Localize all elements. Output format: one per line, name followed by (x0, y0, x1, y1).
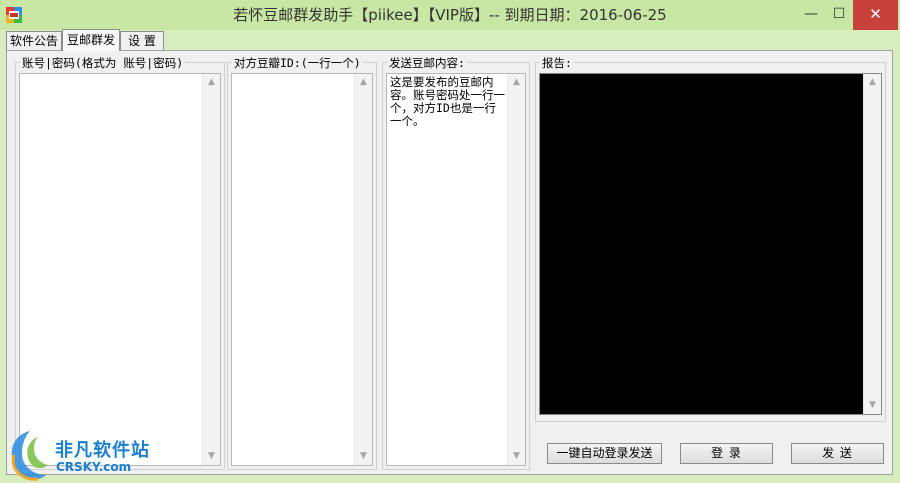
send-button[interactable]: 发 送 (791, 443, 884, 464)
window-title: 若怀豆邮群发助手【piikee】【VIP版】-- 到期日期：2016-06-25 (233, 6, 667, 24)
scroll-down-arrow-icon[interactable]: ▼ (508, 448, 525, 465)
scroll-up-arrow-icon[interactable]: ▲ (355, 74, 372, 91)
message-label: 发送豆邮内容: (387, 55, 467, 71)
watermark-text-cn: 非凡软件站 (55, 440, 150, 461)
report-label: 报告: (540, 55, 574, 71)
report-scrollbar[interactable]: ▲ ▼ (863, 74, 881, 414)
targets-textarea[interactable]: ▲ ▼ (231, 73, 373, 466)
accounts-textarea[interactable]: ▲ ▼ (19, 73, 221, 466)
scroll-up-arrow-icon[interactable]: ▲ (203, 74, 220, 91)
message-textarea[interactable]: 这是要发布的豆邮内容。账号密码处一行一个，对方ID也是一行一个。 ▲ ▼ (386, 73, 526, 466)
auto-login-send-button[interactable]: 一键自动登录发送 (547, 443, 662, 464)
scroll-up-arrow-icon[interactable]: ▲ (508, 74, 525, 91)
login-button[interactable]: 登 录 (680, 443, 773, 464)
accounts-label: 账号|密码(格式为 账号|密码) (20, 55, 186, 71)
scroll-up-arrow-icon[interactable]: ▲ (864, 74, 881, 91)
accounts-scrollbar[interactable]: ▲ ▼ (202, 74, 220, 465)
tab-software-notice[interactable]: 软件公告 (6, 31, 62, 50)
tab-bulk-mail[interactable]: 豆邮群发 (62, 29, 120, 51)
scroll-down-arrow-icon[interactable]: ▼ (355, 448, 372, 465)
close-button[interactable]: ✕ (853, 0, 898, 30)
tab-settings[interactable]: 设 置 (120, 31, 164, 50)
watermark-text-en: CRSKY.com (56, 460, 132, 474)
targets-label: 对方豆瓣ID:(一行一个) (232, 55, 363, 71)
minimize-button[interactable]: — (797, 0, 825, 30)
scroll-down-arrow-icon[interactable]: ▼ (864, 397, 881, 414)
report-output[interactable]: ▲ ▼ (539, 73, 882, 415)
targets-scrollbar[interactable]: ▲ ▼ (354, 74, 372, 465)
maximize-button[interactable]: ☐ (826, 0, 852, 30)
scroll-down-arrow-icon[interactable]: ▼ (203, 448, 220, 465)
message-scrollbar[interactable]: ▲ ▼ (507, 74, 525, 465)
message-text: 这是要发布的豆邮内容。账号密码处一行一个，对方ID也是一行一个。 (390, 76, 505, 128)
